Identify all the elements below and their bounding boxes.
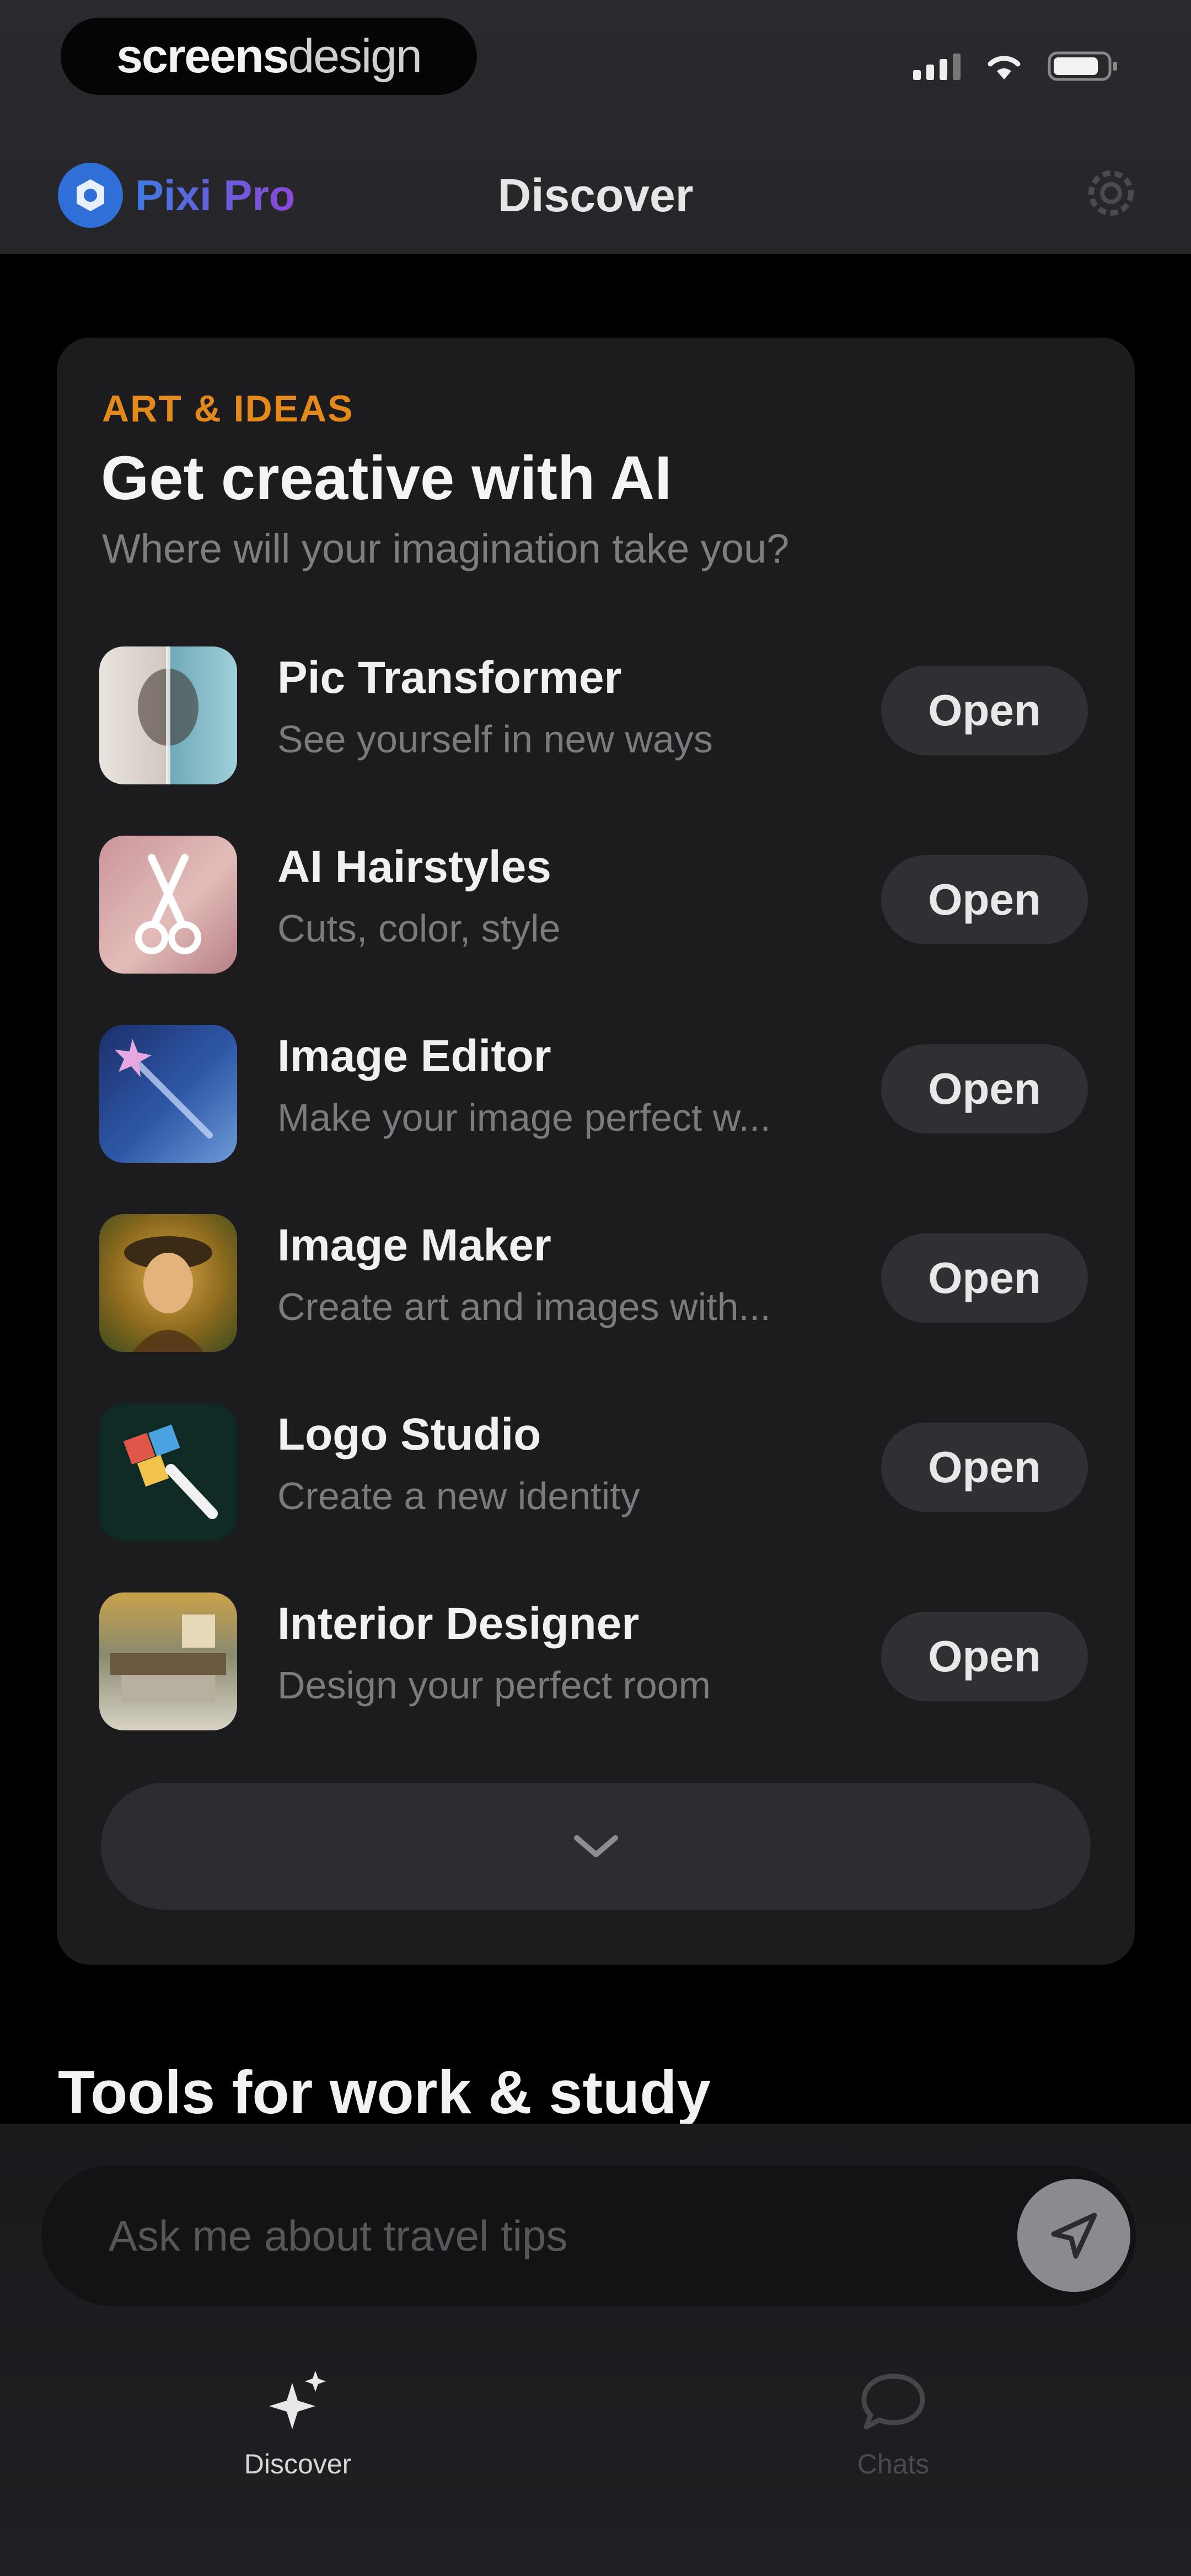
card-title: Get creative with AI: [101, 443, 672, 512]
chat-input[interactable]: [108, 2165, 992, 2307]
open-button[interactable]: Open: [881, 1233, 1088, 1323]
show-more-button[interactable]: [101, 1783, 1091, 1910]
tab-chats[interactable]: Chats: [794, 2366, 993, 2499]
paintbrush-icon: [99, 1403, 237, 1541]
cellular-signal-icon: [913, 52, 961, 80]
battery-icon: [1048, 50, 1119, 83]
status-icons: [913, 50, 1119, 83]
wifi-icon: [985, 52, 1023, 81]
card-eyebrow: ART & IDEAS: [102, 388, 354, 430]
tool-name: Logo Studio: [277, 1409, 541, 1460]
tab-discover-label: Discover: [244, 2449, 352, 2479]
tool-name: Pic Transformer: [277, 653, 622, 703]
brand-bold-text: screens: [116, 29, 289, 83]
chat-bubble-icon: [861, 2374, 925, 2430]
chevron-down-icon: [573, 1835, 618, 1857]
tool-row-image-editor[interactable]: Image Editor Make your image perfect w..…: [57, 1008, 1135, 1198]
page-title: Discover: [497, 169, 694, 221]
scissors-icon: [99, 836, 237, 974]
tool-row-interior-designer[interactable]: Interior Designer Design your perfect ro…: [57, 1576, 1135, 1765]
sparkles-icon: [269, 2371, 326, 2429]
tool-row-pic-transformer[interactable]: Pic Transformer See yourself in new ways…: [57, 630, 1135, 819]
tool-name: AI Hairstyles: [277, 842, 551, 892]
open-button[interactable]: Open: [881, 1612, 1088, 1701]
portrait-split-icon: [99, 646, 237, 784]
tool-description: Cuts, color, style: [277, 907, 561, 950]
tool-row-logo-studio[interactable]: Logo Studio Create a new identity Open: [57, 1387, 1135, 1576]
section-title: Tools for work & study: [58, 2059, 711, 2126]
brand-watermark: screens design: [61, 18, 477, 95]
tool-description: Design your perfect room: [277, 1664, 711, 1707]
tool-row-image-maker[interactable]: Image Maker Create art and images with..…: [57, 1198, 1135, 1387]
tab-bar: Discover Chats: [0, 2366, 1191, 2499]
tab-chats-label: Chats: [857, 2449, 930, 2479]
settings-button[interactable]: [1081, 163, 1141, 223]
open-button[interactable]: Open: [881, 666, 1088, 755]
tab-discover[interactable]: Discover: [198, 2366, 397, 2499]
tool-description: See yourself in new ways: [277, 718, 713, 761]
gear-icon: [1088, 170, 1134, 216]
open-button[interactable]: Open: [881, 1423, 1088, 1512]
send-arrow-icon: [1051, 2212, 1097, 2258]
card-subtitle: Where will your imagination take you?: [102, 526, 790, 571]
tool-description: Make your image perfect w...: [277, 1096, 771, 1139]
navigation-bar: Pixi Pro Discover: [0, 149, 1191, 237]
tool-list: Pic Transformer See yourself in new ways…: [57, 630, 1135, 1765]
open-button[interactable]: Open: [881, 1044, 1088, 1134]
tool-description: Create a new identity: [277, 1474, 640, 1517]
composer: [41, 2165, 1136, 2307]
tool-name: Image Editor: [277, 1031, 551, 1081]
tool-row-ai-hairstyles[interactable]: AI Hairstyles Cuts, color, style Open: [57, 819, 1135, 1008]
send-button[interactable]: [1017, 2179, 1130, 2292]
brand-light-text: design: [288, 29, 422, 83]
magic-wand-icon: [99, 1025, 237, 1163]
open-button[interactable]: Open: [881, 855, 1088, 944]
tool-name: Image Maker: [277, 1220, 551, 1270]
art-ideas-card: ART & IDEAS Get creative with AI Where w…: [57, 338, 1135, 1965]
tool-name: Interior Designer: [277, 1599, 640, 1649]
tool-description: Create art and images with...: [277, 1285, 771, 1328]
room-icon: [99, 1592, 237, 1730]
painted-portrait-icon: [99, 1214, 237, 1352]
